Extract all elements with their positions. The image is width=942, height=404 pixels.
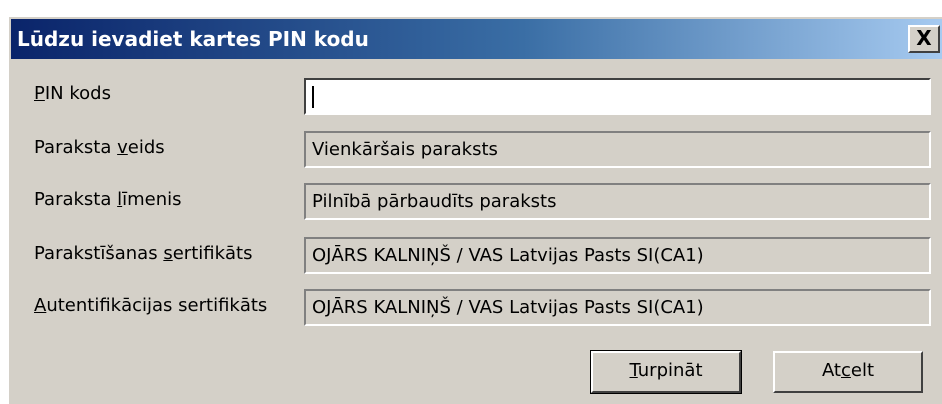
pin-label: PIN kods [34, 83, 111, 104]
signature-level-label-post: īmenis [122, 189, 182, 210]
text-caret [312, 86, 314, 108]
signature-type-label: Paraksta veids [34, 137, 165, 158]
pin-dialog: Lūdzu ievadiet kartes PIN kodu X PIN kod… [7, 15, 942, 404]
cancel-button-mnemonic: c [841, 360, 851, 381]
close-button[interactable]: X [908, 25, 940, 53]
pin-input[interactable] [304, 78, 931, 115]
continue-button[interactable]: Turpināt [590, 350, 742, 394]
auth-certificate-field: OJĀRS KALNIŅŠ / VAS Latvijas Pasts SI(CA… [304, 289, 931, 326]
signature-level-label-pre: Paraksta [34, 189, 118, 210]
title-bar[interactable]: Lūdzu ievadiet kartes PIN kodu X [11, 19, 942, 59]
signature-type-field: Vienkāršais paraksts [304, 131, 931, 168]
cancel-button-label-pre: At [821, 360, 841, 381]
signature-type-value: Vienkāršais paraksts [312, 139, 498, 160]
pin-label-rest: IN kods [44, 83, 111, 104]
pin-label-mnemonic: P [34, 83, 45, 104]
signing-certificate-label: Parakstīšanas sertifikāts [34, 243, 252, 264]
signing-certificate-label-pre: Parakstīšanas [34, 243, 164, 264]
continue-button-mnemonic: T [629, 360, 638, 381]
signature-type-label-post: eids [127, 137, 165, 158]
close-icon: X [916, 26, 932, 50]
continue-button-label: urpināt [637, 360, 703, 381]
auth-certificate-label-mnemonic: A [34, 295, 47, 316]
window-title: Lūdzu ievadiet kartes PIN kodu [17, 27, 369, 51]
signature-type-label-pre: Paraksta [34, 137, 118, 158]
auth-certificate-label: Autentifikācijas sertifikāts [34, 295, 267, 316]
cancel-button[interactable]: Atcelt [773, 351, 923, 393]
signature-level-field: Pilnībā pārbaudīts paraksts [304, 183, 931, 220]
signing-certificate-label-mnemonic: s [163, 243, 173, 264]
auth-certificate-label-post: utentifikācijas sertifikāts [46, 295, 268, 316]
signature-type-label-mnemonic: v [117, 137, 128, 158]
signing-certificate-field: OJĀRS KALNIŅŠ / VAS Latvijas Pasts SI(CA… [304, 237, 931, 274]
signing-certificate-label-post: ertifikāts [172, 243, 253, 264]
cancel-button-label-post: elt [850, 360, 875, 381]
signing-certificate-value: OJĀRS KALNIŅŠ / VAS Latvijas Pasts SI(CA… [312, 245, 704, 266]
signature-level-value: Pilnībā pārbaudīts paraksts [312, 191, 557, 212]
auth-certificate-value: OJĀRS KALNIŅŠ / VAS Latvijas Pasts SI(CA… [312, 297, 704, 318]
signature-level-label: Paraksta līmenis [34, 189, 182, 210]
